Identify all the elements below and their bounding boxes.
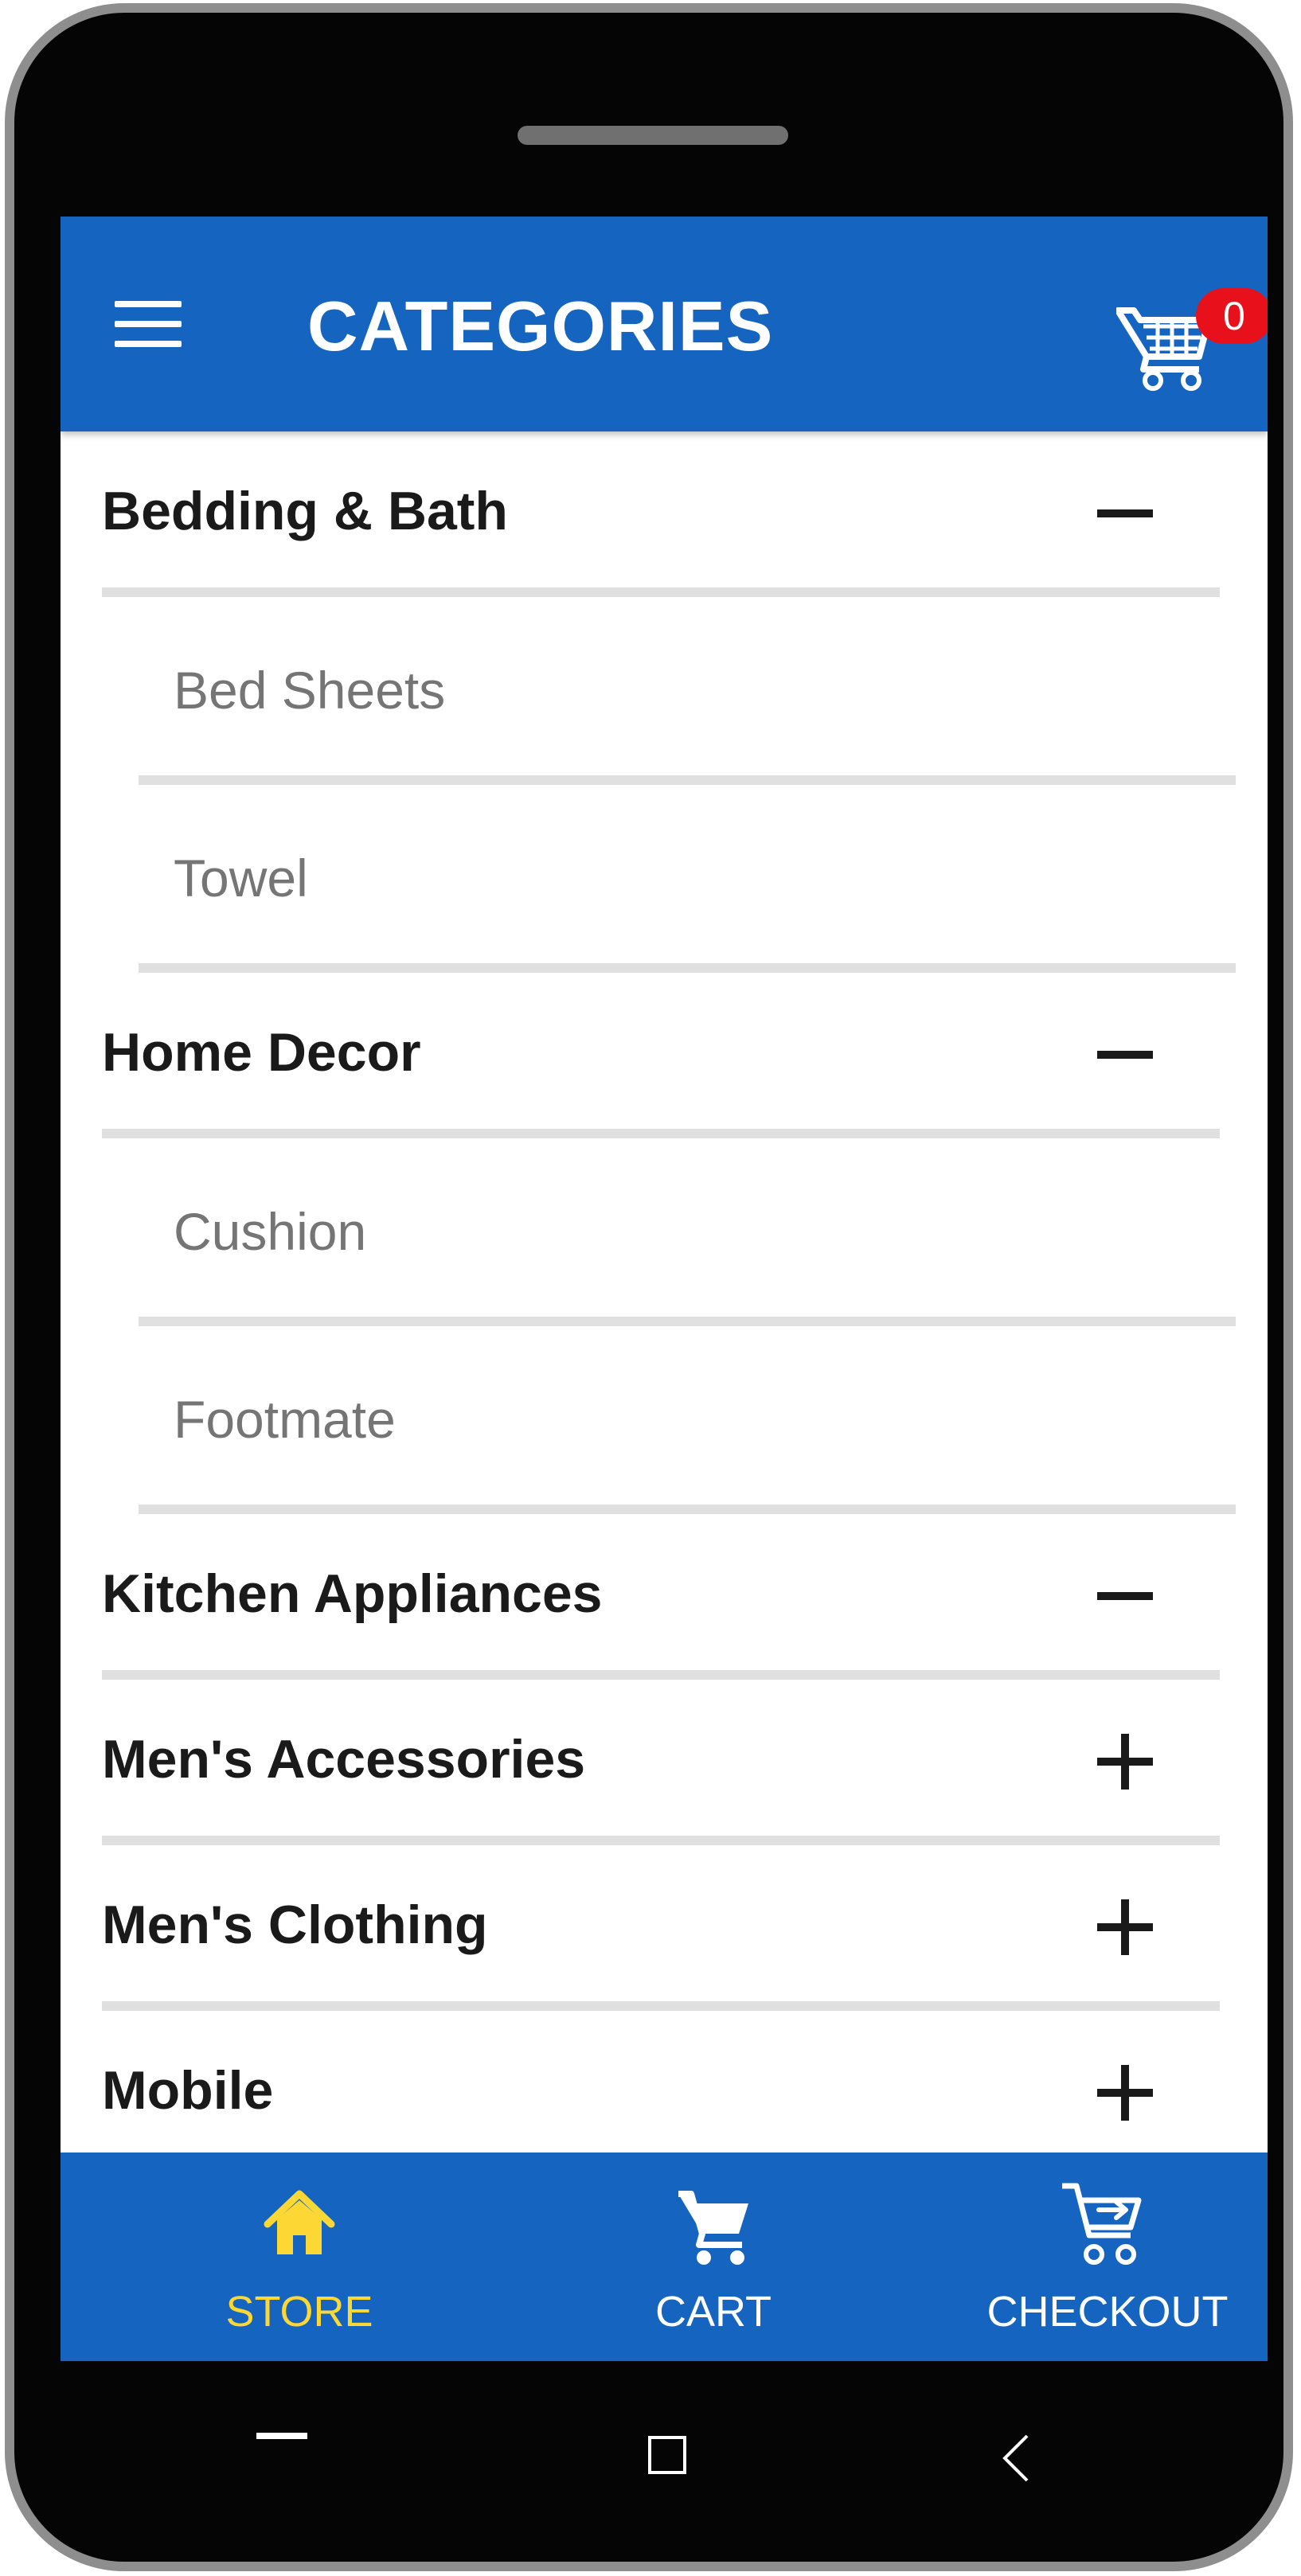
hamburger-menu-icon[interactable] <box>115 296 182 352</box>
nav-cart[interactable]: CART <box>554 2153 873 2361</box>
subcategory-label: Cushion <box>174 1202 367 1261</box>
subcategory-list: Cushion Footmate <box>61 1138 1268 1514</box>
back-chevron-icon[interactable] <box>1000 2433 1032 2484</box>
category-row-mens-accessories[interactable]: Men's Accessories <box>61 1680 1268 1845</box>
checkout-cart-icon <box>1062 2183 1142 2265</box>
subcategory-label: Towel <box>174 849 308 907</box>
phone-frame: CATEGORIES 0 Bedding & Bath Bed Sheets T… <box>5 3 1293 2571</box>
collapse-minus-icon[interactable] <box>1097 486 1153 541</box>
nav-label: CHECKOUT <box>986 2288 1229 2336</box>
expand-plus-icon[interactable] <box>1097 2065 1153 2121</box>
subcategory-list: Bed Sheets Towel <box>61 597 1268 973</box>
expand-plus-icon[interactable] <box>1097 1899 1153 1955</box>
expand-plus-icon[interactable] <box>1097 1734 1153 1790</box>
divider <box>139 1317 1236 1326</box>
category-label: Bedding & Bath <box>102 481 508 541</box>
subcategory-row-towel[interactable]: Towel <box>61 785 1268 973</box>
category-label: Men's Clothing <box>102 1895 488 1955</box>
recent-apps-icon[interactable] <box>256 2433 307 2439</box>
subcategory-row-bed-sheets[interactable]: Bed Sheets <box>61 597 1268 785</box>
collapse-minus-icon[interactable] <box>1097 1568 1153 1624</box>
category-row-home-decor[interactable]: Home Decor <box>61 973 1268 1138</box>
home-square-icon[interactable] <box>648 2436 686 2474</box>
cart-icon <box>678 2191 748 2265</box>
subcategory-label: Footmate <box>174 1390 396 1449</box>
home-icon <box>264 2190 335 2254</box>
nav-label: CART <box>654 2288 772 2336</box>
category-label: Mobile <box>102 2060 274 2121</box>
cart-count-badge: 0 <box>1196 288 1268 344</box>
category-row-mobile[interactable]: Mobile <box>61 2011 1268 2167</box>
category-row-bedding-bath[interactable]: Bedding & Bath <box>61 431 1268 597</box>
bottom-navigation: STORE CART CHECKOUT <box>61 2153 1268 2361</box>
divider <box>102 2001 1220 2011</box>
category-row-kitchen-appliances[interactable]: Kitchen Appliances <box>61 1514 1268 1680</box>
subcategory-label: Bed Sheets <box>174 661 446 720</box>
subcategory-row-footmate[interactable]: Footmate <box>61 1326 1268 1514</box>
app-bar: CATEGORIES 0 <box>61 217 1268 431</box>
category-label: Home Decor <box>102 1022 421 1083</box>
cart-button[interactable]: 0 <box>1108 280 1268 392</box>
category-label: Men's Accessories <box>102 1729 586 1790</box>
divider <box>139 963 1236 973</box>
category-row-mens-clothing[interactable]: Men's Clothing <box>61 1845 1268 2011</box>
nav-store[interactable]: STORE <box>180 2153 419 2361</box>
divider <box>102 1836 1220 1845</box>
page-title: CATEGORIES <box>307 287 774 365</box>
collapse-minus-icon[interactable] <box>1097 1027 1153 1083</box>
divider <box>102 1129 1220 1138</box>
divider <box>102 1670 1220 1680</box>
phone-speaker <box>518 126 788 145</box>
category-list: Bedding & Bath Bed Sheets Towel Home Dec… <box>61 431 1268 2167</box>
divider <box>102 587 1220 597</box>
nav-checkout[interactable]: CHECKOUT <box>960 2153 1255 2361</box>
category-label: Kitchen Appliances <box>102 1563 603 1624</box>
divider <box>139 1505 1236 1514</box>
nav-label: STORE <box>225 2288 373 2336</box>
app-screen: CATEGORIES 0 Bedding & Bath Bed Sheets T… <box>61 217 1268 2361</box>
subcategory-row-cushion[interactable]: Cushion <box>61 1138 1268 1326</box>
divider <box>139 775 1236 785</box>
